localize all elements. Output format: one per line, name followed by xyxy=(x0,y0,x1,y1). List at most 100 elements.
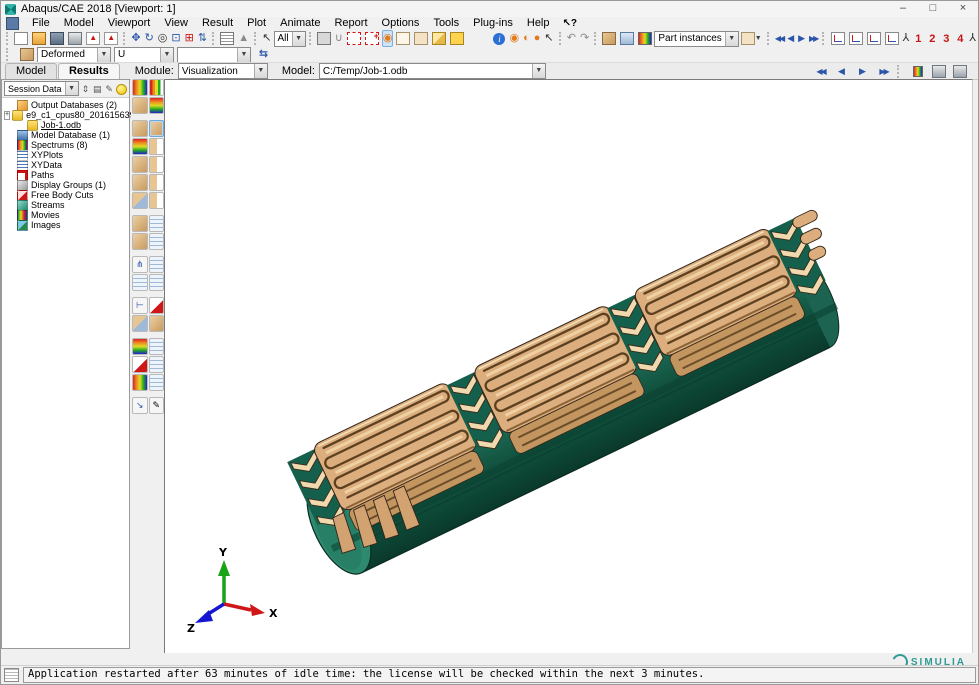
tree-create-icon[interactable]: ▤ xyxy=(92,83,102,95)
menu-item[interactable]: File xyxy=(25,17,57,30)
auto-fit-view-button[interactable] xyxy=(184,30,195,47)
module-combo[interactable]: Visualization ▼ xyxy=(178,63,268,79)
tree-item[interactable]: + Free Body Cuts xyxy=(4,190,129,200)
query-icon[interactable] xyxy=(132,356,148,373)
user-view-button[interactable]: 2 xyxy=(925,33,939,45)
snap-button[interactable] xyxy=(334,30,344,47)
chevron-down-icon[interactable]: ▼ xyxy=(160,48,173,62)
anim-previous-button[interactable] xyxy=(832,63,851,80)
tree-item[interactable]: + XYData xyxy=(4,160,129,170)
viewport-system-icon[interactable] xyxy=(6,17,19,30)
menu-item[interactable]: View xyxy=(157,17,195,30)
append-select-button[interactable] xyxy=(364,30,380,47)
toolbar-grip[interactable] xyxy=(594,32,597,45)
new-file-button[interactable] xyxy=(13,30,29,47)
toolbar-grip[interactable] xyxy=(123,32,126,45)
ply-stack-plot-icon[interactable] xyxy=(132,338,148,355)
tree-item[interactable]: + Display Groups (1) xyxy=(4,180,129,190)
plot-deformed-selected-icon[interactable] xyxy=(149,120,165,137)
tree-edit-icon[interactable]: ✎ xyxy=(104,83,114,95)
menu-item[interactable]: Plot xyxy=(240,17,273,30)
anim-last-button[interactable] xyxy=(874,63,893,80)
viewport-canvas[interactable]: Y X Z xyxy=(164,79,973,655)
tree-tips-icon[interactable] xyxy=(116,83,127,95)
tree-item[interactable]: + Movies xyxy=(4,210,129,220)
legend-options-icon[interactable] xyxy=(149,374,165,391)
tab[interactable]: Results xyxy=(58,63,120,79)
material-orientation-icon[interactable] xyxy=(132,174,148,191)
rectangle-select-button[interactable] xyxy=(346,30,362,47)
contour-options-icon[interactable] xyxy=(149,138,165,155)
animate-time-history-icon[interactable] xyxy=(132,215,148,232)
toolbar-grip[interactable] xyxy=(254,32,257,45)
plot-deformed-icon[interactable] xyxy=(132,120,148,137)
snapshot-button[interactable] xyxy=(950,63,969,80)
save-button[interactable] xyxy=(49,30,65,47)
superimpose-options-button[interactable] xyxy=(533,30,542,47)
menu-item[interactable]: Tools xyxy=(426,17,466,30)
tree-item[interactable]: + Output Databases (2) xyxy=(4,100,129,110)
abaqus-command-button[interactable]: ▲ xyxy=(103,30,119,47)
chevron-down-icon[interactable]: ▼ xyxy=(254,64,267,78)
orientation-options-icon[interactable] xyxy=(149,174,165,191)
tree-item[interactable]: + Job-1.odb xyxy=(4,120,129,130)
spectrum-plot-icon[interactable] xyxy=(132,79,148,96)
menu-item[interactable]: Viewport xyxy=(101,17,158,30)
movie-capture-button[interactable] xyxy=(929,63,948,80)
view-top-button[interactable] xyxy=(866,30,882,47)
activate-view-cut-icon[interactable]: ⊢ xyxy=(132,297,148,314)
cube-wireframe-button[interactable] xyxy=(395,30,411,47)
tree-item[interactable]: + XYPlots xyxy=(4,150,129,160)
animation-options-icon[interactable] xyxy=(149,192,165,209)
previous-frame-button[interactable] xyxy=(786,30,795,47)
xy-plot-icon[interactable] xyxy=(149,274,165,291)
symbol-options-icon[interactable] xyxy=(149,156,165,173)
box-zoom-button[interactable] xyxy=(170,30,181,47)
animate-harmonic-icon[interactable] xyxy=(132,233,148,250)
tree-item[interactable]: + Streams xyxy=(4,200,129,210)
toolbar-grip[interactable] xyxy=(897,65,904,78)
menu-item[interactable]: Report xyxy=(327,17,374,30)
view-iso-button[interactable] xyxy=(902,30,911,47)
chevron-down-icon[interactable]: ▼ xyxy=(97,48,110,62)
tree-item[interactable]: + e9_c1_cpus80_20161563998183.248.odb xyxy=(4,110,129,120)
toolbar-grip[interactable] xyxy=(6,48,13,61)
display-group-cube-button[interactable]: ▼ xyxy=(740,30,763,47)
field-output-combo[interactable]: U ▼ xyxy=(114,47,174,63)
stream-icon[interactable] xyxy=(149,315,165,332)
time-history-options-icon[interactable] xyxy=(149,215,165,232)
user-view-button[interactable]: 3 xyxy=(939,33,953,45)
highlight-tool-button[interactable] xyxy=(382,30,394,47)
probe-values-button[interactable] xyxy=(543,30,554,47)
view-bottom-button[interactable] xyxy=(884,30,900,47)
multiple-plot-states-icon[interactable]: ⋔ xyxy=(132,256,148,273)
contour-options-button[interactable] xyxy=(508,30,520,47)
tree-item[interactable]: + Paths xyxy=(4,170,129,180)
menu-item[interactable]: Plug-ins xyxy=(466,17,520,30)
sync-field-output-button[interactable] xyxy=(254,46,273,63)
tree-root-combo[interactable]: Session Data ▼ xyxy=(4,81,79,96)
view-front-button[interactable] xyxy=(830,30,846,47)
open-button[interactable] xyxy=(31,30,47,47)
selection-scope-combo[interactable]: All ▼ xyxy=(274,31,306,47)
cube-hiddenline-button[interactable] xyxy=(413,30,429,47)
select-pointer-button[interactable] xyxy=(261,30,272,47)
animate-button[interactable] xyxy=(908,63,927,80)
tree-expander-icon[interactable]: + xyxy=(4,111,10,120)
harmonic-options-icon[interactable] xyxy=(149,233,165,250)
last-frame-button[interactable] xyxy=(808,30,818,47)
ply-options-icon[interactable] xyxy=(149,338,165,355)
abaqus-doc-button[interactable]: ▲ xyxy=(85,30,101,47)
redo-button[interactable] xyxy=(579,30,590,47)
chevron-down-icon[interactable]: ▼ xyxy=(532,64,545,78)
allow-multiple-states-icon[interactable]: ↘ xyxy=(132,397,148,414)
color-code-combo[interactable]: Part instances ▼ xyxy=(654,31,738,47)
toolbar-grip[interactable] xyxy=(6,32,9,45)
view-back-button[interactable] xyxy=(848,30,864,47)
tree-sort-icon[interactable]: ⇕ xyxy=(81,83,91,95)
display-group-manager-button[interactable] xyxy=(619,30,635,47)
cycle-views-button[interactable] xyxy=(197,30,208,47)
cube-shaded-button[interactable] xyxy=(431,30,447,47)
magnify-view-button[interactable] xyxy=(157,30,169,47)
maximize-button[interactable]: □ xyxy=(918,1,948,17)
